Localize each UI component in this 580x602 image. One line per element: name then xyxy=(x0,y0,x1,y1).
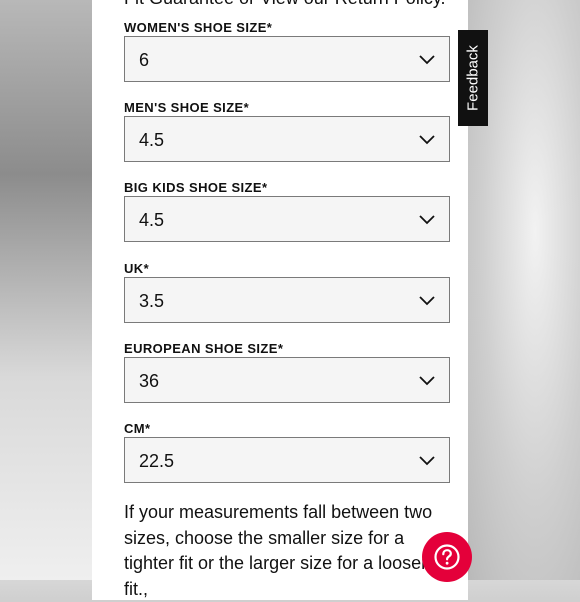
mens-size-value: 4.5 xyxy=(139,130,165,150)
uk-size-value: 3.5 xyxy=(139,291,165,311)
chevron-down-icon xyxy=(419,215,435,225)
cm-size-select[interactable]: 22.5 xyxy=(124,437,450,483)
chevron-down-icon xyxy=(419,376,435,386)
big-kids-size-value: 4.5 xyxy=(139,210,165,230)
european-size-label: EUROPEAN SHOE SIZE* xyxy=(124,341,284,356)
womens-size-select[interactable]: 6 xyxy=(124,36,450,82)
chevron-down-icon xyxy=(419,135,435,145)
uk-size-select[interactable]: 3.5 xyxy=(124,277,450,323)
cm-size-label: CM* xyxy=(124,421,151,436)
return-policy-text: Fit Guarantee or View our Return Policy. xyxy=(124,0,454,9)
uk-size-label: UK* xyxy=(124,261,150,276)
chevron-down-icon xyxy=(419,456,435,466)
european-size-value: 36 xyxy=(139,371,160,391)
help-button[interactable] xyxy=(422,532,472,582)
big-kids-size-select[interactable]: 4.5 xyxy=(124,196,450,242)
chevron-down-icon xyxy=(419,296,435,306)
mens-size-select[interactable]: 4.5 xyxy=(124,116,450,162)
background-left xyxy=(0,0,92,580)
big-kids-size-label: BIG KIDS SHOE SIZE* xyxy=(124,180,268,195)
mens-size-label: MEN'S SHOE SIZE* xyxy=(124,100,250,115)
feedback-tab[interactable]: Feedback xyxy=(458,30,488,126)
womens-size-value: 6 xyxy=(139,50,150,70)
chevron-down-icon xyxy=(419,55,435,65)
feedback-label: Feedback xyxy=(464,45,482,111)
european-size-select[interactable]: 36 xyxy=(124,357,450,403)
question-circle-icon xyxy=(434,544,460,570)
sizing-note: If your measurements fall between two si… xyxy=(124,502,433,599)
womens-size-label: WOMEN'S SHOE SIZE* xyxy=(124,20,273,35)
cm-size-value: 22.5 xyxy=(139,451,175,471)
